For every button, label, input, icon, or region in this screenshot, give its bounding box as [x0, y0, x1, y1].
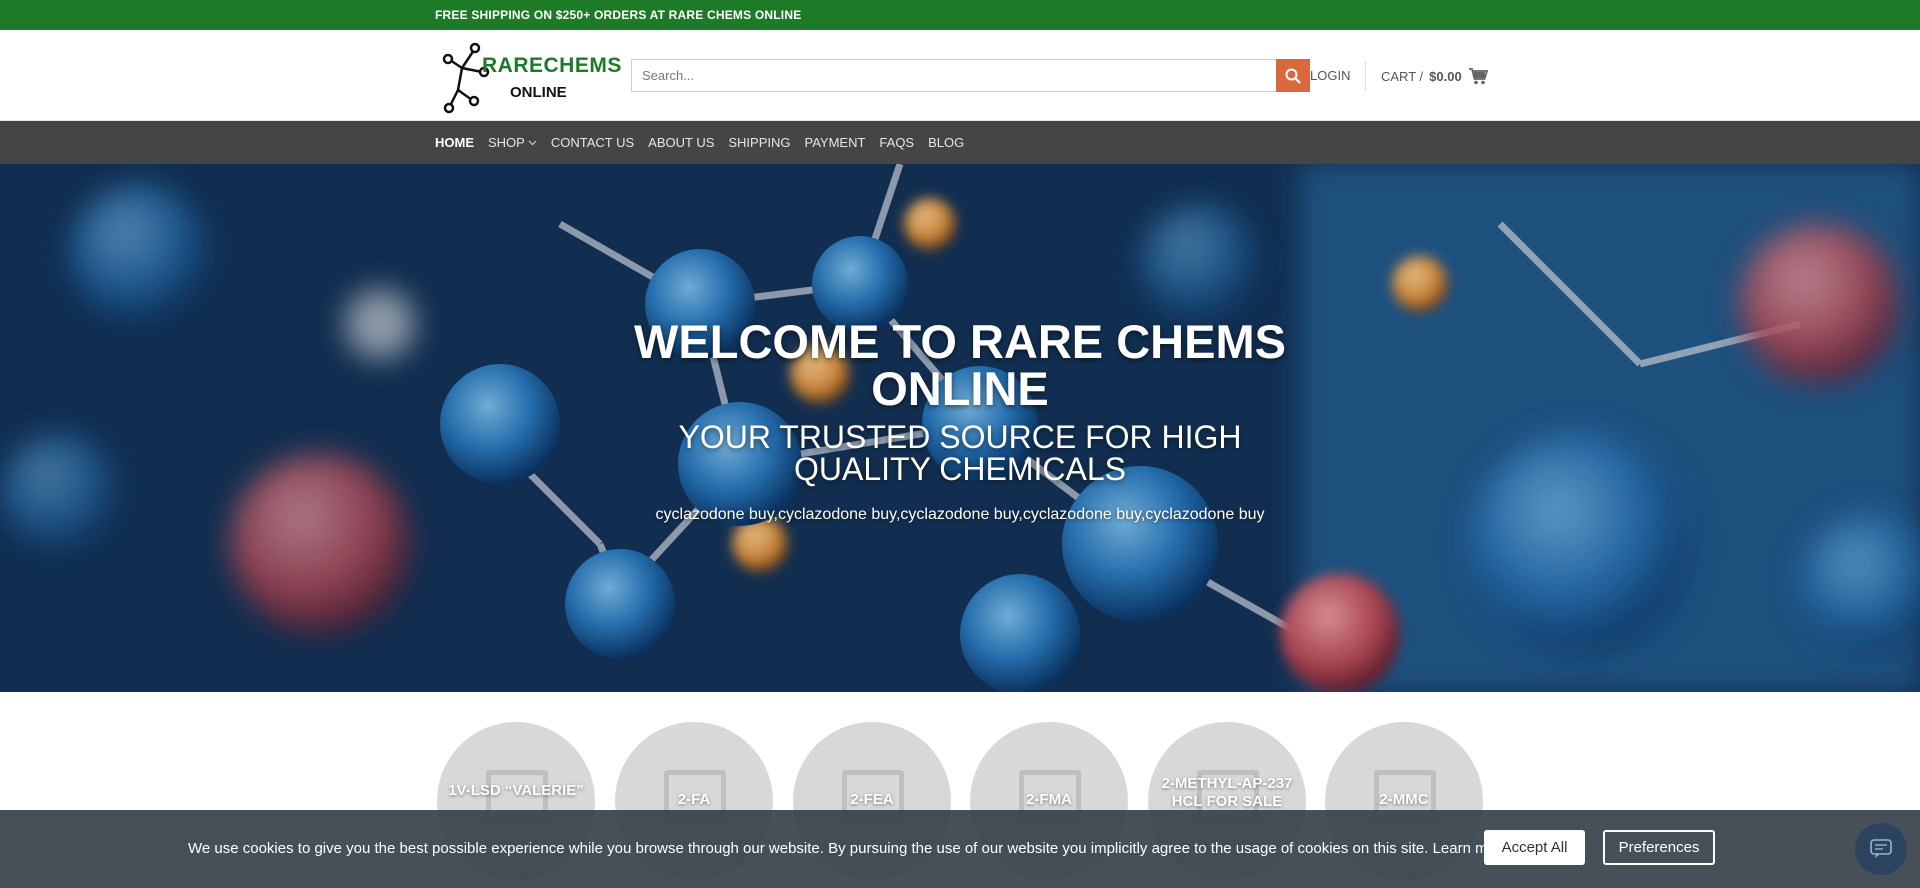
preferences-button[interactable]: Preferences	[1603, 830, 1715, 865]
accept-all-button[interactable]: Accept All	[1484, 830, 1585, 865]
hero-title: WELCOME TO RARE CHEMS ONLINE	[634, 315, 1286, 415]
nav-item-label: FAQS	[879, 135, 915, 150]
nav-item-label: SHOP	[488, 135, 525, 150]
nav-item-label: CONTACT US	[550, 135, 635, 150]
cookie-message: We use cookies to give you the best poss…	[188, 840, 1509, 857]
header-divider	[1365, 61, 1366, 91]
nav-item-label: PAYMENT	[804, 135, 866, 150]
cart-label: CART /	[1381, 68, 1424, 84]
hero-tagline: cyclazodone buy,cyclazodone buy,cyclazod…	[655, 506, 1265, 523]
category-label: 2-FEA	[850, 791, 894, 808]
announcement-bar: FREE SHIPPING ON $250+ ORDERS AT RARE CH…	[0, 0, 1920, 30]
cookie-message-text: We use cookies to give you the best poss…	[188, 840, 1429, 857]
login-link[interactable]: LOGIN	[1310, 68, 1350, 83]
category-label: 1V-LSD “VALERIE”	[448, 782, 584, 799]
nav-item-contact-us[interactable]: CONTACT US	[551, 135, 634, 150]
cookie-consent-bar: We use cookies to give you the best poss…	[0, 810, 1920, 888]
site-logo[interactable]: RARECHEMS ONLINE	[440, 40, 621, 114]
hero-banner: WELCOME TO RARE CHEMS ONLINE YOUR TRUSTE…	[0, 164, 1920, 692]
cart-link[interactable]: CART / $0.00	[1381, 67, 1488, 85]
main-nav: HOME SHOP CONTACT US ABOUT US SHIPPING P…	[0, 121, 1920, 164]
nav-item-payment[interactable]: PAYMENT	[805, 135, 866, 150]
chat-bubble-icon	[1870, 839, 1892, 858]
nav-item-home[interactable]: HOME	[435, 135, 474, 150]
search-icon	[1285, 68, 1301, 84]
shopping-cart-icon	[1468, 68, 1488, 85]
logo-text-primary: RARECHEMS	[482, 54, 622, 77]
nav-item-shop[interactable]: SHOP	[488, 135, 537, 150]
category-label: 2-METHYL-AP-237 HCL FOR SALE	[1161, 775, 1293, 810]
site-header: RARECHEMS ONLINE LOGIN CART / $0.00	[0, 30, 1920, 121]
nav-item-faqs[interactable]: FAQS	[879, 135, 914, 150]
category-label: 2-FA	[677, 791, 711, 808]
category-label: 2-FMA	[1026, 791, 1072, 808]
nav-item-blog[interactable]: BLOG	[928, 135, 964, 150]
cart-amount: $0.00	[1429, 68, 1462, 84]
search-input[interactable]	[632, 60, 1272, 91]
logo-text-secondary: ONLINE	[510, 84, 567, 101]
nav-item-shipping[interactable]: SHIPPING	[728, 135, 790, 150]
announcement-text: FREE SHIPPING ON $250+ ORDERS AT RARE CH…	[435, 8, 802, 22]
chevron-down-icon	[528, 140, 537, 145]
search-button[interactable]	[1276, 59, 1310, 92]
chat-widget-button[interactable]	[1855, 823, 1907, 875]
nav-item-about-us[interactable]: ABOUT US	[648, 135, 714, 150]
nav-item-label: BLOG	[928, 135, 965, 150]
nav-item-label: HOME	[435, 135, 474, 150]
hero-subtitle: YOUR TRUSTED SOURCE FOR HIGH QUALITY CHE…	[678, 419, 1242, 487]
nav-item-label: SHIPPING	[728, 135, 791, 150]
category-label: 2-MMC	[1379, 791, 1429, 808]
search-box	[631, 59, 1310, 92]
nav-item-label: ABOUT US	[648, 135, 715, 150]
